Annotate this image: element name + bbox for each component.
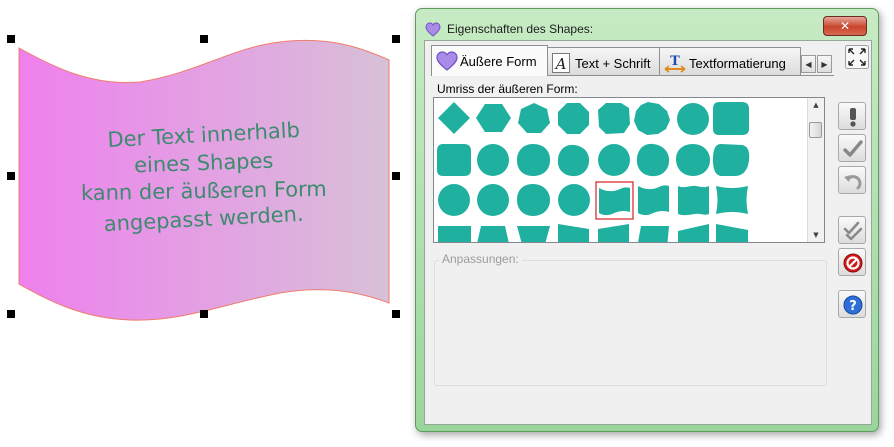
shape-blob-3[interactable] [636,143,670,177]
help-icon: ? [843,295,863,315]
resize-handle-left[interactable] [7,172,15,180]
cancel-icon [843,253,863,273]
tab-textformatierung[interactable]: T Textformatierung [659,47,801,75]
shape-diamond[interactable] [438,102,470,134]
shape-blob-4[interactable] [676,144,710,176]
shape-hexagon[interactable] [476,104,511,132]
shape-slanted-1[interactable] [558,224,589,242]
shape-gallery[interactable]: ▲ ▼ [433,97,825,243]
apply-all-button[interactable] [838,216,866,244]
shape-circle-5[interactable] [477,184,509,216]
shape-trapezoid-1[interactable] [438,226,471,242]
scroll-down-arrow[interactable]: ▼ [808,228,824,242]
heart-icon [436,51,458,71]
gallery-label: Umriss der äußeren Form: [437,82,578,96]
double-check-icon [843,221,863,241]
resize-handle-top-left[interactable] [7,35,15,43]
shape-rounded-square[interactable] [713,102,749,135]
shape-trapezoid-2[interactable] [476,226,510,242]
shape-properties-dialog: Eigenschaften des Shapes: ✕ Äußere Form … [415,8,879,432]
shape-gallery-grid[interactable] [434,98,808,242]
shape-circle-6[interactable] [558,184,590,216]
shape-rounded-rect[interactable] [437,144,471,176]
help-button[interactable]: ? [838,290,866,318]
dialog-title: Eigenschaften des Shapes: [447,22,594,36]
shape-concave-rect[interactable] [716,186,748,214]
shape-text-line-2: eines Shapes [134,149,274,178]
shape-slanted-2[interactable] [598,224,629,242]
tab-label: Äußere Form [460,54,537,69]
close-button[interactable]: ✕ [823,16,867,36]
scroll-up-arrow[interactable]: ▲ [808,98,824,112]
shape-circle-2[interactable] [477,144,509,176]
cancel-button[interactable] [838,248,866,276]
gallery-scrollbar[interactable]: ▲ ▼ [807,98,824,242]
exclamation-icon [850,108,856,127]
adjustments-label: Anpassungen: [439,252,522,266]
tab-scroll-right-button[interactable]: ▶ [817,55,832,73]
tab-label: Textformatierung [689,56,786,71]
resize-handle-bottom[interactable] [200,310,208,318]
text-a-icon: A [552,53,570,73]
shape-slanted-5[interactable] [716,224,748,242]
shape-blob-6[interactable] [517,184,550,216]
shape-blob-5[interactable] [713,144,750,176]
undo-icon [844,175,862,190]
shape-circle-1[interactable] [677,103,709,135]
expand-icon[interactable] [845,45,869,69]
svg-text:A: A [554,55,567,73]
tab-scroll-left-button[interactable]: ◀ [801,55,816,73]
wave-shape[interactable]: Der Text innerhalb eines Shapes kann der… [0,0,414,447]
tab-label: Text + Schrift [575,56,651,71]
shape-blob-2[interactable] [557,144,590,177]
shape-blob-1[interactable] [517,144,550,176]
undo-button[interactable] [838,166,866,194]
shape-heptagon[interactable] [518,103,550,133]
resize-handle-bottom-left[interactable] [7,310,15,318]
shape-octagon[interactable] [558,103,589,134]
apply-button[interactable] [838,134,866,162]
drawing-canvas[interactable]: Der Text innerhalb eines Shapes kann der… [0,0,414,447]
resize-handle-bottom-right[interactable] [392,310,400,318]
heart-icon [425,22,441,37]
tab-aeussere-form[interactable]: Äußere Form [431,45,548,76]
checkmark-icon [843,140,863,157]
shape-wave-2[interactable] [638,185,669,216]
shape-circle-4[interactable] [438,184,470,216]
svg-text:?: ? [849,299,857,314]
tab-text-schrift[interactable]: A Text + Schrift [547,47,660,75]
adjustments-group [434,260,827,386]
shape-circle-3[interactable] [598,144,630,176]
title-bar[interactable]: Eigenschaften des Shapes: ✕ [416,9,878,41]
shape-slanted-3[interactable] [637,226,669,242]
shape-dodecagon[interactable] [634,102,670,135]
shape-decagon[interactable] [598,103,630,134]
dialog-client-area: Äußere Form A Text + Schrift T Textforma… [424,40,872,425]
shape-wave-selected[interactable] [599,187,630,216]
shape-text-line-3: kann der äußeren Form [81,177,327,205]
exclamation-button[interactable] [838,102,866,130]
svg-text:T: T [670,54,680,69]
shape-double-wave[interactable] [678,185,709,216]
shape-slanted-4[interactable] [678,224,709,242]
resize-handle-top[interactable] [200,35,208,43]
scroll-thumb[interactable] [809,122,822,138]
resize-handle-right[interactable] [392,172,400,180]
resize-handle-top-right[interactable] [392,35,400,43]
shape-trapezoid-3[interactable] [517,226,550,242]
text-format-icon: T [664,54,686,73]
